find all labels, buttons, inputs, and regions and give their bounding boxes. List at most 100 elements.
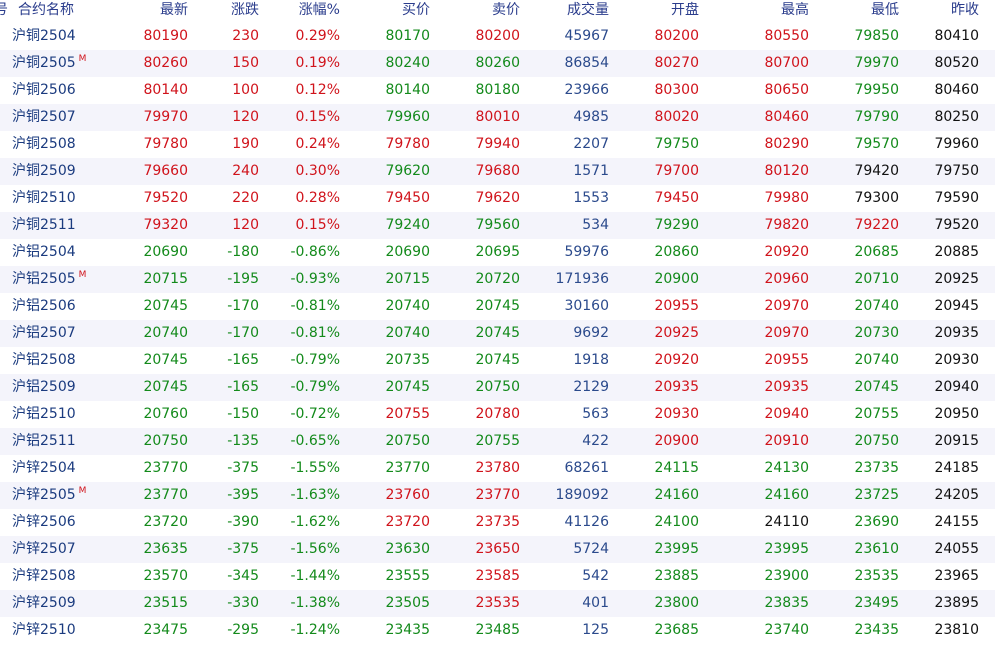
- volume: 4985: [573, 109, 609, 125]
- bid-price: 23630: [385, 541, 430, 557]
- volume: 171936: [555, 271, 609, 287]
- last-price: 20745: [143, 352, 188, 368]
- table-row[interactable]: 沪铝2509 20745 -165 -0.79% 20745 20750 2129 20935…: [0, 374, 995, 401]
- high-price: 20970: [764, 325, 809, 341]
- change-pct: 0.15%: [295, 109, 340, 125]
- contract-name-text: 沪铜2510: [12, 190, 76, 206]
- last-price: 20750: [143, 433, 188, 449]
- prev-close: 24205: [934, 487, 979, 503]
- open-price: 24100: [654, 514, 699, 530]
- table-row[interactable]: 沪铝2504 20690 -180 -0.86% 20690 20695 59976 2086…: [0, 239, 995, 266]
- ask-price: 20780: [475, 406, 520, 422]
- column-header-open[interactable]: 开盘: [612, 0, 699, 23]
- column-header-change[interactable]: 涨跌: [190, 0, 259, 23]
- open-price: 79450: [654, 190, 699, 206]
- table-row[interactable]: 沪锌2506 23720 -390 -1.62% 23720 23735 41126 2410…: [0, 509, 995, 536]
- last-price: 80260: [143, 55, 188, 71]
- prev-close: 79960: [934, 136, 979, 152]
- table-row[interactable]: 沪铜2508 79780 190 0.24% 79780 79940 2207 79750 80…: [0, 131, 995, 158]
- contract-name-text: 沪锌2509: [12, 595, 76, 611]
- change: 240: [232, 163, 259, 179]
- open-price: 23685: [654, 622, 699, 638]
- low-price: 23535: [854, 568, 899, 584]
- table-row[interactable]: 沪锌2510 23475 -295 -1.24% 23435 23485 125 23685 2…: [0, 617, 995, 644]
- bid-price: 79780: [385, 136, 430, 152]
- prev-close: 23965: [934, 568, 979, 584]
- last-price: 23770: [143, 487, 188, 503]
- low-price: 20750: [854, 433, 899, 449]
- column-header-name[interactable]: 合约名称: [18, 0, 74, 23]
- low-price: 79850: [854, 28, 899, 44]
- column-header-ask[interactable]: 卖价: [432, 0, 520, 23]
- volume: 41126: [564, 514, 609, 530]
- contract-name: 沪锌2507: [12, 536, 76, 563]
- table-row[interactable]: 沪锌2509 23515 -330 -1.38% 23505 23535 401 23800 2…: [0, 590, 995, 617]
- table-row[interactable]: 沪铜2509 79660 240 0.30% 79620 79680 1571 79700 80…: [0, 158, 995, 185]
- ask-price: 23735: [475, 514, 520, 530]
- table-row[interactable]: 沪铜2506 80140 100 0.12% 80140 80180 23966 80300 8…: [0, 77, 995, 104]
- open-price: 20925: [654, 325, 699, 341]
- table-row[interactable]: 沪锌2505 M 23770 -395 -1.63% 23760 23770 189092 24…: [0, 482, 995, 509]
- low-price: 79300: [854, 190, 899, 206]
- table-row[interactable]: 沪铜2510 79520 220 0.28% 79450 79620 1553 79450 79…: [0, 185, 995, 212]
- change-pct: -1.62%: [290, 514, 340, 530]
- open-price: 23800: [654, 595, 699, 611]
- ask-price: 80200: [475, 28, 520, 44]
- contract-name: 沪铜2505 M: [12, 50, 86, 77]
- column-header-marker[interactable]: 号: [0, 0, 8, 23]
- change-pct: 0.12%: [295, 82, 340, 98]
- table-row[interactable]: 沪铝2511 20750 -135 -0.65% 20750 20755 422 20900 2…: [0, 428, 995, 455]
- change: -165: [227, 379, 259, 395]
- table-row[interactable]: 沪铜2507 79970 120 0.15% 79960 80010 4985 80020 80…: [0, 104, 995, 131]
- table-row[interactable]: 沪铝2506 20745 -170 -0.81% 20740 20745 30160 2095…: [0, 293, 995, 320]
- column-header-volume[interactable]: 成交量: [522, 0, 609, 23]
- prev-close: 24155: [934, 514, 979, 530]
- ask-price: 23770: [475, 487, 520, 503]
- low-price: 79970: [854, 55, 899, 71]
- table-row[interactable]: 沪铜2504 80190 230 0.29% 80170 80200 45967 80200 8…: [0, 23, 995, 50]
- contract-name-text: 沪锌2504: [12, 460, 76, 476]
- last-price: 79520: [143, 190, 188, 206]
- column-header-change-pct[interactable]: 涨幅%: [262, 0, 340, 23]
- table-row[interactable]: 沪铝2508 20745 -165 -0.79% 20735 20745 1918 20920…: [0, 347, 995, 374]
- table-row[interactable]: 沪锌2504 23770 -375 -1.55% 23770 23780 68261 2411…: [0, 455, 995, 482]
- column-header-low[interactable]: 最低: [812, 0, 899, 23]
- column-header-prev-close[interactable]: 昨收: [900, 0, 979, 23]
- change: 220: [232, 190, 259, 206]
- column-header-high[interactable]: 最高: [720, 0, 809, 23]
- high-price: 80120: [764, 163, 809, 179]
- table-row[interactable]: 沪铜2505 M 80260 150 0.19% 80240 80260 86854 80270…: [0, 50, 995, 77]
- main-contract-badge: M: [78, 270, 87, 280]
- table-row[interactable]: 沪锌2508 23570 -345 -1.44% 23555 23585 542 23885 2…: [0, 563, 995, 590]
- prev-close: 20885: [934, 244, 979, 260]
- last-price: 20690: [143, 244, 188, 260]
- contract-name-text: 沪锌2510: [12, 622, 76, 638]
- prev-close: 80410: [934, 28, 979, 44]
- table-row[interactable]: 沪铜2511 79320 120 0.15% 79240 79560 534 79290 798…: [0, 212, 995, 239]
- contract-name-text: 沪铜2508: [12, 136, 76, 152]
- volume: 189092: [555, 487, 609, 503]
- high-price: 24130: [764, 460, 809, 476]
- column-header-last[interactable]: 最新: [100, 0, 188, 23]
- ask-price: 20750: [475, 379, 520, 395]
- contract-name-text: 沪铜2507: [12, 109, 76, 125]
- volume: 86854: [564, 55, 609, 71]
- high-price: 23740: [764, 622, 809, 638]
- table-row[interactable]: 沪铝2505 M 20715 -195 -0.93% 20715 20720 171936 20…: [0, 266, 995, 293]
- table-row[interactable]: 沪铝2507 20740 -170 -0.81% 20740 20745 9692 20925…: [0, 320, 995, 347]
- contract-name: 沪铜2511: [12, 212, 76, 239]
- prev-close: 20930: [934, 352, 979, 368]
- contract-name-text: 沪铜2504: [12, 28, 76, 44]
- column-header-bid[interactable]: 买价: [342, 0, 430, 23]
- table-header: 号 合约名称 最新 涨跌 涨幅% 买价 卖价 成交量 开盘 最高 最低 昨收: [0, 0, 995, 23]
- high-price: 20940: [764, 406, 809, 422]
- change-pct: 0.19%: [295, 55, 340, 71]
- table-row[interactable]: 沪锌2507 23635 -375 -1.56% 23630 23650 5724 23995…: [0, 536, 995, 563]
- change-pct: -1.38%: [290, 595, 340, 611]
- low-price: 79570: [854, 136, 899, 152]
- contract-name: 沪铝2505 M: [12, 266, 86, 293]
- table-row[interactable]: 沪铝2510 20760 -150 -0.72% 20755 20780 563 20930 2…: [0, 401, 995, 428]
- change: -195: [227, 271, 259, 287]
- last-price: 23770: [143, 460, 188, 476]
- volume: 534: [582, 217, 609, 233]
